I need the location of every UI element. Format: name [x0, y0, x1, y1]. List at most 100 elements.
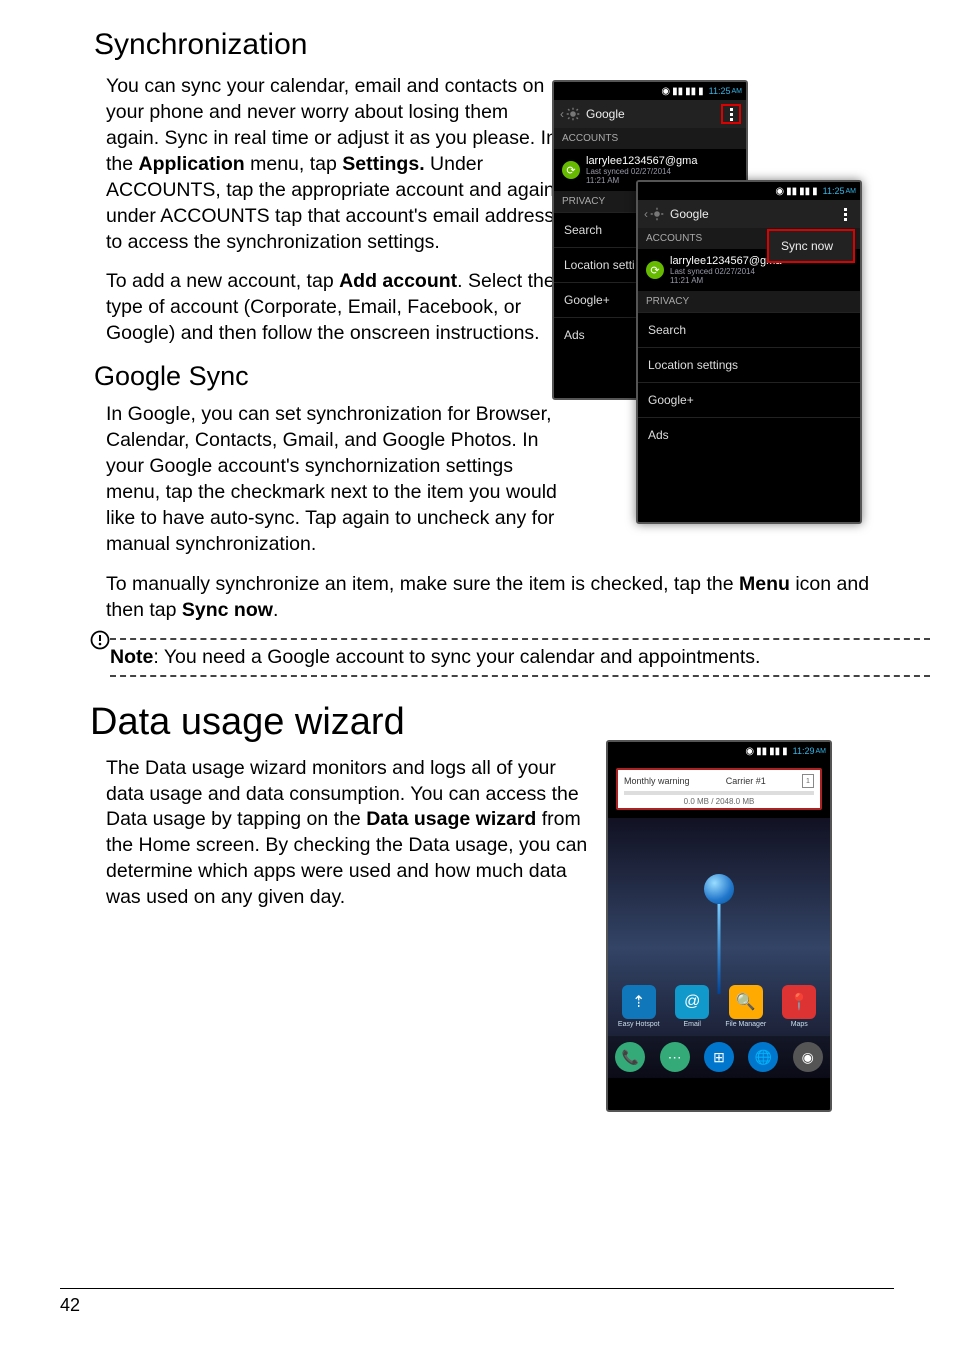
data-usage-carrier: Carrier #1 [726, 776, 766, 786]
email-icon: @ [675, 985, 709, 1019]
action-bar-title: Google [586, 107, 625, 121]
section-header-privacy: PRIVACY [638, 291, 860, 312]
text: : You need a Google account to sync your… [153, 646, 760, 668]
maps-icon: 📍 [782, 985, 816, 1019]
sync-icon: ⟳ [646, 261, 664, 279]
app-label: Email [683, 1021, 701, 1028]
action-bar: ‹ Google [638, 200, 860, 228]
heading-data-usage: Data usage wizard [90, 701, 894, 744]
droplet-graphic [704, 874, 734, 904]
dock-messages-icon[interactable]: ⋯ [660, 1042, 690, 1072]
status-bar: ◉ ▮▮ ▮▮ ▮ 11:25 AM [554, 82, 746, 100]
action-bar: ‹ Google [554, 100, 746, 128]
account-email: larrylee1234567@gma [586, 155, 697, 167]
overflow-menu-button[interactable] [836, 205, 854, 223]
para-add-account: To add a new account, tap Add account. S… [106, 269, 561, 347]
signal-icon: ▮▮ [672, 86, 683, 97]
text-bold: Add account [339, 270, 457, 292]
data-usage-progress [624, 791, 814, 795]
text-bold: Data usage wizard [366, 808, 536, 830]
app-label: File Manager [725, 1021, 766, 1028]
back-chevron-icon[interactable]: ‹ [560, 107, 564, 121]
text: . [273, 599, 278, 621]
data-usage-card[interactable]: Monthly warning Carrier #1 1 0.0 MB / 20… [616, 768, 822, 810]
text-bold: Sync now [182, 599, 273, 621]
search-icon: 🔍 [729, 985, 763, 1019]
text: To manually synchronize an item, make su… [106, 573, 739, 595]
wifi-icon: ◉ [661, 86, 670, 97]
back-chevron-icon[interactable]: ‹ [644, 207, 648, 221]
page-number: 42 [60, 1288, 894, 1316]
wifi-icon: ◉ [775, 186, 784, 197]
sync-icon: ⟳ [562, 161, 580, 179]
status-time: 11:29 [793, 746, 815, 756]
para-data-usage: The Data usage wizard monitors and logs … [106, 756, 596, 912]
dock-apps-icon[interactable]: ⊞ [704, 1042, 734, 1072]
status-ampm: AM [816, 748, 827, 755]
text: menu, tap [245, 153, 343, 175]
signal-icon: ▮▮ [786, 186, 797, 197]
overflow-menu-button[interactable] [722, 105, 740, 123]
app-shortcut-row: ⇡ Easy Hotspot @ Email 🔍 File Manager 📍 … [608, 985, 830, 1028]
heading-synchronization: Synchronization [94, 28, 894, 62]
action-bar-title: Google [670, 207, 709, 221]
status-time: 11:25 [709, 86, 731, 96]
gear-icon [566, 107, 580, 121]
data-usage-top: Monthly warning Carrier #1 1 [624, 774, 814, 788]
list-item-ads[interactable]: Ads [638, 417, 860, 452]
list-item-googleplus[interactable]: Google+ [638, 382, 860, 417]
app-file-manager[interactable]: 🔍 File Manager [722, 985, 770, 1028]
list-item-search[interactable]: Search [638, 312, 860, 347]
text-bold: Menu [739, 573, 790, 595]
hotspot-icon: ⇡ [622, 985, 656, 1019]
gear-icon [650, 207, 664, 221]
battery-icon: ▮ [812, 186, 818, 197]
sim-icon: 1 [802, 774, 814, 788]
popup-sync-now[interactable]: Sync now [768, 230, 854, 262]
signal-icon: ▮▮ [799, 186, 810, 197]
dock: 📞 ⋯ ⊞ 🌐 ◉ [608, 1036, 830, 1078]
text-bold: Note [110, 646, 153, 668]
signal-icon: ▮▮ [756, 746, 767, 757]
dock-browser-icon[interactable]: 🌐 [748, 1042, 778, 1072]
text-bold: Application [139, 153, 245, 175]
note-text: Note: You need a Google account to sync … [100, 640, 894, 675]
screenshot-data-usage: ◉ ▮▮ ▮▮ ▮ 11:29 AM Monthly warning Carri… [606, 740, 832, 1112]
app-email[interactable]: @ Email [668, 985, 716, 1028]
data-usage-values: 0.0 MB / 2048.0 MB [624, 797, 814, 806]
text: To add a new account, tap [106, 270, 339, 292]
dashed-divider [110, 675, 930, 677]
screenshot-sync-now: ◉ ▮▮ ▮▮ ▮ 11:25 AM ‹ Google Sync now ACC… [636, 180, 862, 524]
text-bold: Settings. [342, 153, 424, 175]
status-ampm: AM [732, 88, 743, 95]
app-easy-hotspot[interactable]: ⇡ Easy Hotspot [615, 985, 663, 1028]
stream-graphic [718, 904, 721, 994]
status-bar: ◉ ▮▮ ▮▮ ▮ 11:29 AM [608, 742, 830, 760]
account-last-synced: Last synced 02/27/2014 [586, 167, 697, 176]
battery-icon: ▮ [698, 86, 704, 97]
data-usage-warning-label: Monthly warning [624, 776, 690, 786]
note-block: Note: You need a Google account to sync … [100, 638, 894, 677]
app-label: Easy Hotspot [618, 1021, 660, 1028]
wifi-icon: ◉ [745, 746, 754, 757]
app-label: Maps [791, 1021, 808, 1028]
para-sync-intro: You can sync your calendar, email and co… [106, 74, 561, 255]
list-item-location[interactable]: Location settings [638, 347, 860, 382]
home-wallpaper: ⇡ Easy Hotspot @ Email 🔍 File Manager 📍 … [608, 818, 830, 1078]
signal-icon: ▮▮ [685, 86, 696, 97]
status-time: 11:25 [823, 186, 845, 196]
dock-camera-icon[interactable]: ◉ [793, 1042, 823, 1072]
account-last-synced-time: 11:21 AM [670, 276, 781, 285]
app-maps[interactable]: 📍 Maps [775, 985, 823, 1028]
screenshot-sync-group: ◉ ▮▮ ▮▮ ▮ 11:25 AM ‹ Google ACCOUNTS ⟳ l… [552, 80, 867, 528]
battery-icon: ▮ [782, 746, 788, 757]
account-info: larrylee1234567@gma Last synced 02/27/20… [670, 255, 781, 285]
signal-icon: ▮▮ [769, 746, 780, 757]
para-manual-sync: To manually synchronize an item, make su… [106, 572, 912, 624]
section-header-accounts: ACCOUNTS [554, 128, 746, 149]
dock-phone-icon[interactable]: 📞 [615, 1042, 645, 1072]
account-last-synced: Last synced 02/27/2014 [670, 267, 781, 276]
status-ampm: AM [846, 188, 857, 195]
alert-icon [90, 630, 110, 650]
account-email: larrylee1234567@gma [670, 255, 781, 267]
